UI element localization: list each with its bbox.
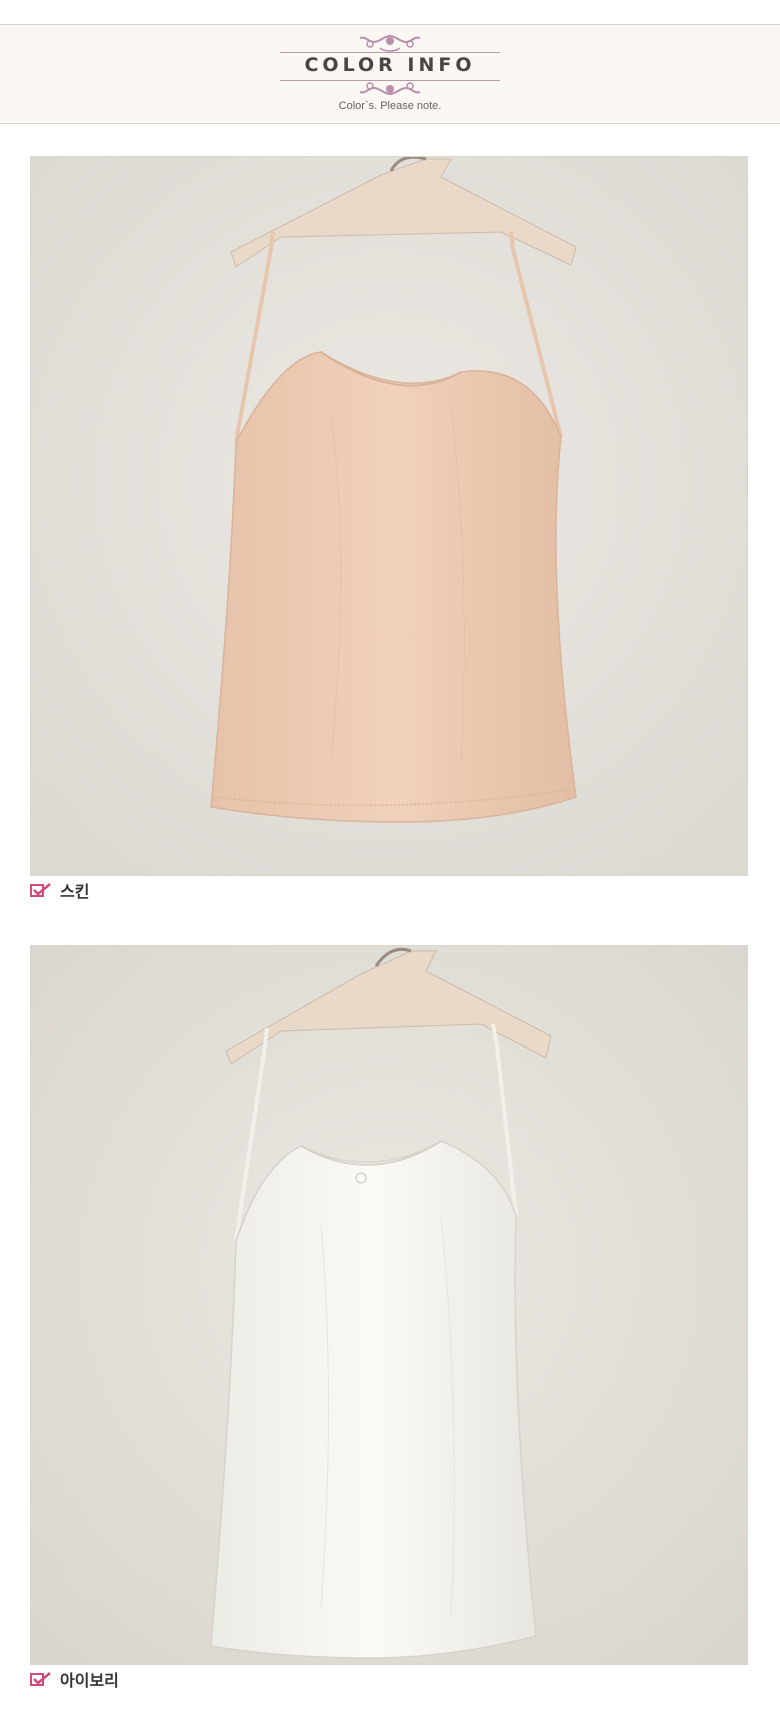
check-icon: [30, 1672, 51, 1686]
ornament-bottom-icon: [359, 82, 421, 95]
product-label: 아이보리: [60, 1671, 119, 1690]
product-label: 스킨: [60, 882, 90, 901]
ornament-top-icon: [359, 35, 421, 52]
product-photo-skin: [30, 156, 748, 876]
product-caption-skin: 스킨: [30, 878, 89, 902]
page-subtitle: Color`s. Please note.: [338, 100, 442, 112]
title-rule-top: [280, 52, 500, 53]
product-caption-ivory: 아이보리: [30, 1667, 119, 1691]
product-photo-ivory: [30, 945, 748, 1665]
check-icon: [30, 883, 51, 897]
page-title: COLOR INFO: [304, 54, 476, 76]
